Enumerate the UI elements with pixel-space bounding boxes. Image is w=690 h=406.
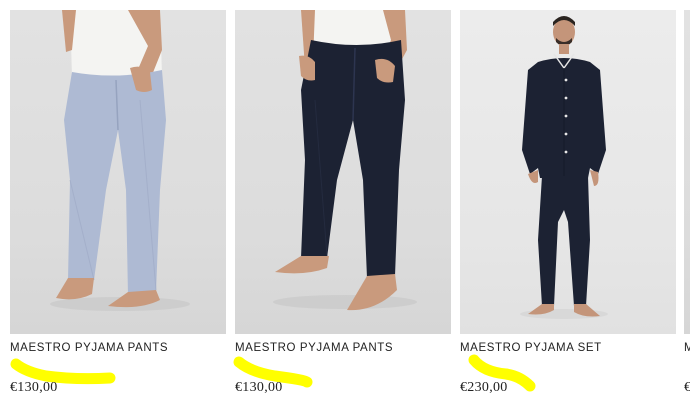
navy-pyjama-set-photo	[520, 16, 608, 319]
product-image[interactable]	[235, 10, 451, 334]
partial-product-photo	[684, 10, 690, 334]
product-image[interactable]	[684, 10, 690, 334]
product-image[interactable]	[460, 10, 676, 334]
product-price: €130,00	[10, 380, 58, 395]
product-image[interactable]	[10, 10, 226, 334]
light-blue-pyjama-pants-photo	[50, 10, 190, 311]
product-name[interactable]: M	[684, 342, 690, 354]
product-price: €	[684, 380, 690, 395]
navy-pyjama-pants-photo	[273, 10, 417, 311]
product-name[interactable]: MAESTRO PYJAMA PANTS	[235, 342, 475, 354]
product-name[interactable]: MAESTRO PYJAMA SET	[460, 342, 690, 354]
product-name[interactable]: MAESTRO PYJAMA PANTS	[10, 342, 250, 354]
product-grid: MAESTRO PYJAMA PANTS €130,00 MAESTRO PYJ…	[0, 0, 690, 406]
product-price: €230,00	[460, 380, 508, 395]
product-price: €130,00	[235, 380, 283, 395]
